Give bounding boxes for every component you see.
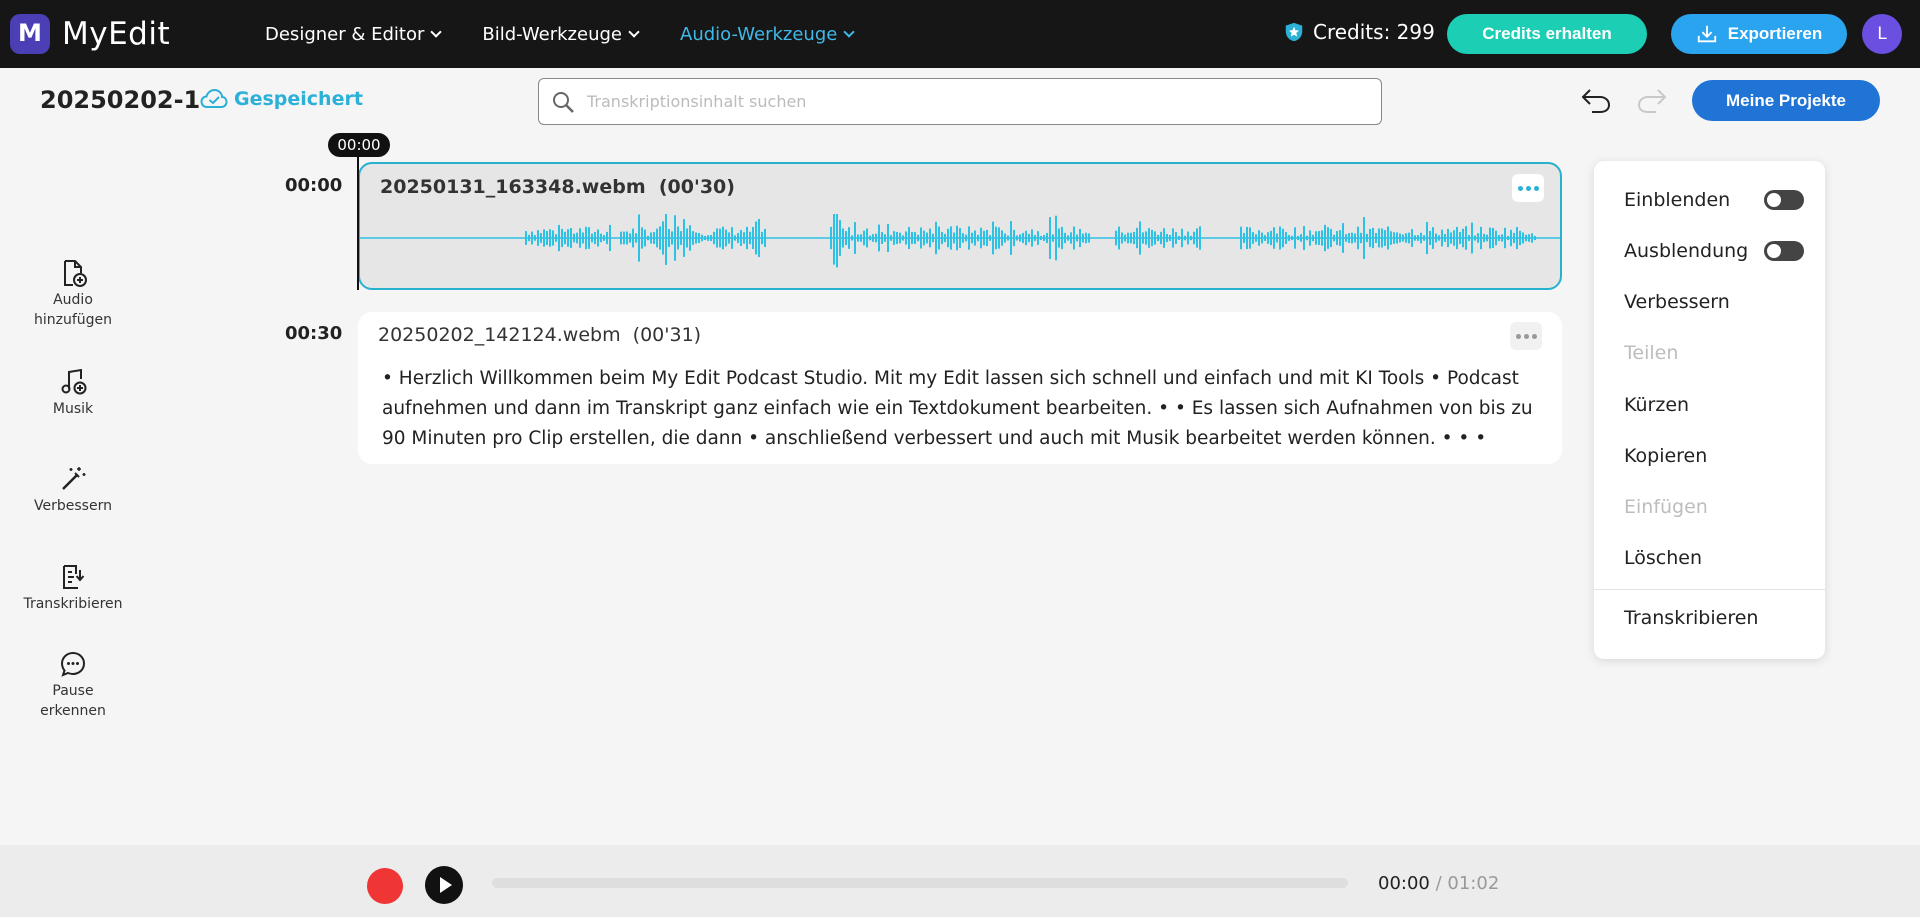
search-icon (553, 91, 574, 113)
clip-title: 20250202_142124.webm (00'31) (378, 324, 701, 346)
menu-item-enhance[interactable]: Verbessern (1624, 291, 1804, 313)
transcribe-icon (63, 565, 85, 589)
clip-duration: (00'30) (658, 176, 735, 198)
tool-transcribe-label: Transkribieren (23, 596, 123, 612)
search-input[interactable] (587, 92, 1347, 111)
menu-item-label: Einblenden (1624, 189, 1731, 211)
chevron-down-icon (628, 26, 640, 38)
menu-item-delete[interactable]: Löschen (1624, 547, 1804, 569)
menu-item-split: Teilen (1624, 342, 1679, 364)
clip-duration: (00'31) (632, 324, 702, 346)
music-add-icon (61, 368, 87, 395)
magic-wand-icon (62, 467, 86, 490)
clip-more-options-button[interactable] (1512, 174, 1544, 202)
clip-context-menu: Einblenden Ausblendung Verbessern Teilen… (1594, 161, 1825, 659)
redo-icon[interactable] (1636, 86, 1668, 116)
tool-enhance-label: Verbessern (34, 498, 112, 514)
menu-divider (1594, 589, 1825, 590)
clip-start-time: 00:30 (285, 323, 343, 344)
my-projects-button[interactable]: Meine Projekte (1692, 80, 1880, 121)
app-name: MyEdit (62, 16, 171, 52)
audio-clip-selected[interactable]: 20250131_163348.webm (00'30) (358, 162, 1562, 290)
current-time: 00:00 (1378, 873, 1430, 894)
get-credits-button[interactable]: Credits erhalten (1447, 14, 1647, 54)
main-menu: Designer & Editor Bild-Werkzeuge Audio-W… (265, 0, 856, 68)
credits-display: Credits: 299 (1283, 20, 1435, 44)
total-time: / 01:02 (1435, 873, 1500, 894)
menu-item-paste: Einfügen (1624, 496, 1708, 518)
user-avatar[interactable]: L (1862, 14, 1902, 54)
tool-detect-pause-label: Pause erkennen (40, 683, 106, 719)
save-status-label: Gespeichert (234, 88, 363, 110)
audio-clip[interactable]: 20250202_142124.webm (00'31) • Herzlich … (358, 312, 1562, 464)
clip-more-options-button[interactable] (1510, 322, 1542, 350)
cloud-check-icon (200, 88, 228, 108)
tool-music[interactable]: Musik (18, 367, 128, 419)
export-button[interactable]: Exportieren (1671, 14, 1847, 54)
nav-audio-werkzeuge[interactable]: Audio-Werkzeuge (680, 23, 856, 45)
nav-bild-werkzeuge-label: Bild-Werkzeuge (482, 23, 622, 45)
menu-item-fade-out[interactable]: Ausblendung (1624, 240, 1804, 262)
dot-icon (1525, 185, 1531, 191)
tool-detect-pause[interactable]: Pause erkennen (18, 649, 128, 721)
clip-title: 20250131_163348.webm (00'30) (380, 176, 735, 198)
undo-icon[interactable] (1580, 86, 1612, 116)
nav-audio-werkzeuge-label: Audio-Werkzeuge (680, 23, 838, 45)
export-button-label: Exportieren (1727, 24, 1823, 43)
playhead-time-badge[interactable]: 00:00 (328, 133, 390, 157)
pause-bubble-icon (60, 651, 86, 677)
app-logo[interactable]: M MyEdit (10, 14, 170, 54)
chevron-down-icon (843, 26, 856, 38)
dot-icon (1531, 333, 1537, 339)
tool-add-audio[interactable]: Audio hinzufügen (18, 258, 128, 330)
tool-enhance[interactable]: Verbessern (18, 464, 128, 516)
nav-designer-editor[interactable]: Designer & Editor (265, 23, 443, 45)
tool-transcribe[interactable]: Transkribieren (18, 562, 128, 614)
add-file-icon (64, 260, 87, 287)
audio-waveform[interactable] (360, 214, 1560, 288)
nav-bild-werkzeuge[interactable]: Bild-Werkzeuge (482, 23, 640, 45)
top-navigation-bar: M MyEdit Designer & Editor Bild-Werkzeug… (0, 0, 1920, 68)
chevron-down-icon (430, 26, 443, 38)
playhead-line[interactable] (357, 157, 359, 290)
menu-item-label: Ausblendung (1624, 240, 1749, 262)
dot-icon (1533, 185, 1539, 191)
credits-label: Credits: 299 (1313, 20, 1435, 44)
fade-out-toggle[interactable] (1764, 241, 1804, 261)
playback-time: 00:00 / 01:02 (1378, 873, 1499, 894)
fade-in-toggle[interactable] (1764, 190, 1804, 210)
playback-progress-bar[interactable] (492, 878, 1348, 888)
play-button[interactable] (425, 866, 463, 904)
menu-item-trim[interactable]: Kürzen (1624, 394, 1804, 416)
clip-filename: 20250131_163348.webm (380, 176, 646, 198)
menu-item-transcribe[interactable]: Transkribieren (1624, 607, 1804, 629)
dot-icon (1523, 333, 1529, 339)
myedit-logo-icon: M (10, 14, 50, 54)
tool-add-audio-label: Audio hinzufügen (33, 292, 113, 328)
menu-item-copy[interactable]: Kopieren (1624, 445, 1804, 467)
credits-shield-icon (1285, 22, 1303, 42)
download-icon (1697, 25, 1716, 43)
project-title[interactable]: 20250202-1 (40, 86, 200, 114)
nav-designer-editor-label: Designer & Editor (265, 23, 425, 45)
record-button[interactable] (367, 868, 403, 904)
save-status: Gespeichert (200, 88, 363, 110)
dot-icon (1515, 333, 1521, 339)
dot-icon (1517, 185, 1523, 191)
clip-start-time: 00:00 (285, 175, 343, 196)
menu-item-fade-in[interactable]: Einblenden (1624, 189, 1804, 211)
clip-transcript-text[interactable]: • Herzlich Willkommen beim My Edit Podca… (382, 364, 1552, 454)
tool-music-label: Musik (52, 401, 94, 417)
clip-filename: 20250202_142124.webm (378, 324, 621, 346)
transcript-search (538, 78, 1382, 125)
